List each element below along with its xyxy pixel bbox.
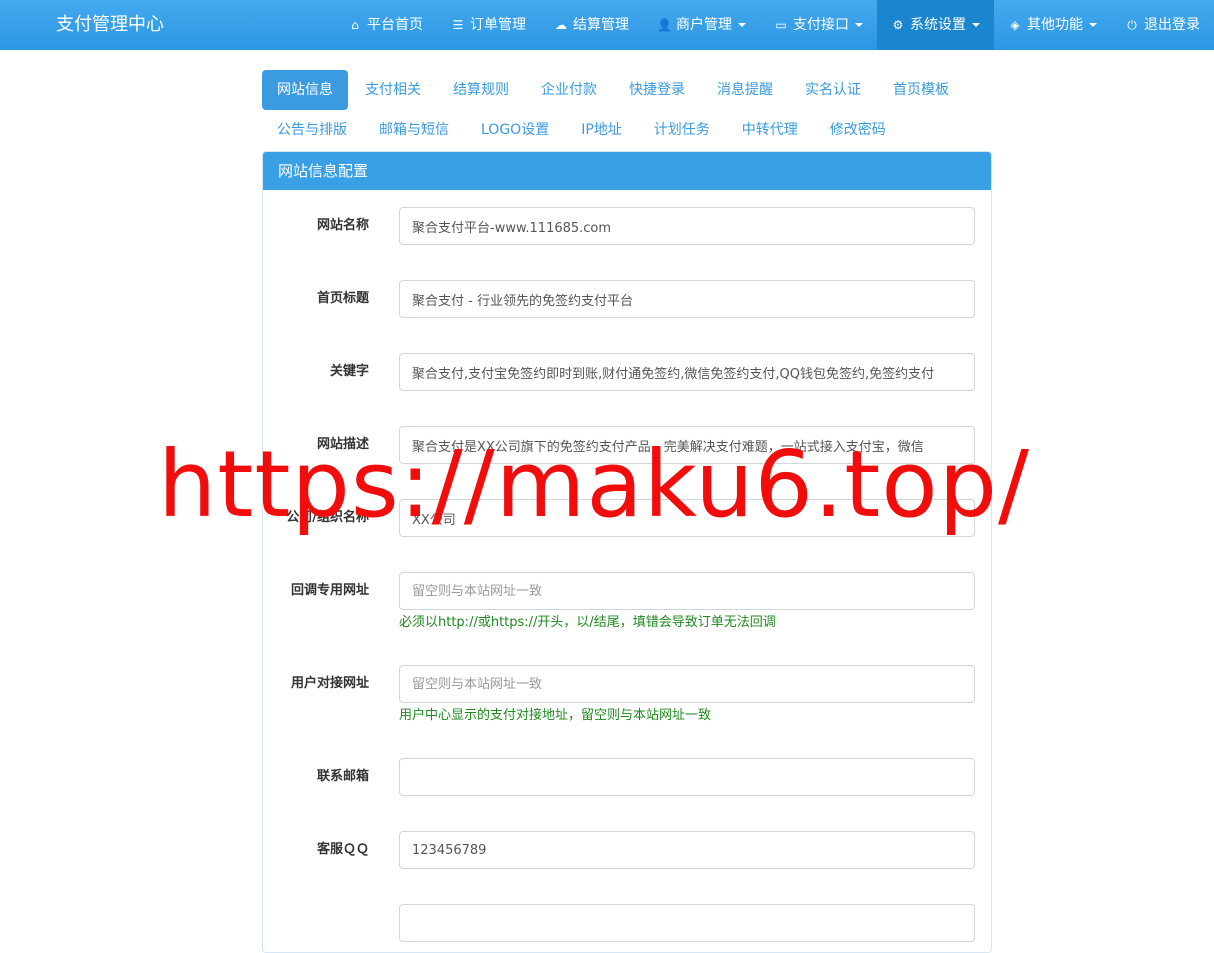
nav-item-cloud[interactable]: ☁ 结算管理 [540, 0, 643, 50]
tab-11[interactable]: IP地址 [566, 110, 637, 150]
cloud-icon: ☁ [555, 18, 567, 32]
tab-12[interactable]: 计划任务 [639, 110, 725, 150]
user-url-label: 用户对接网址 [290, 676, 369, 691]
nav-item-label: 其他功能 [1027, 17, 1083, 33]
home-title-input[interactable] [399, 280, 975, 318]
home-title-label: 首页标题 [316, 291, 369, 306]
description-label: 网站描述 [316, 437, 369, 452]
keywords-label: 关键字 [329, 364, 369, 379]
tab-0[interactable]: 网站信息 [262, 70, 348, 110]
tab-14[interactable]: 修改密码 [815, 110, 901, 150]
tab-3[interactable]: 企业付款 [526, 70, 612, 110]
user-url-input[interactable] [399, 665, 975, 703]
email-input[interactable] [399, 758, 975, 796]
keywords-input[interactable] [399, 353, 975, 391]
cube-icon: ◈ [1010, 18, 1020, 32]
caret-down-icon [855, 23, 863, 27]
list-icon: ☰ [452, 18, 464, 32]
gear-icon: ⚙ [892, 18, 904, 32]
nav-item-power[interactable]: ⏻ 退出登录 [1111, 0, 1214, 50]
tab-1[interactable]: 支付相关 [350, 70, 436, 110]
main-nav: ⌂ 平台首页 ☰ 订单管理 ☁ 结算管理 👤 商户管理 ▭ 支付接口 ⚙ 系统设置 ◈ 其他功能 ⏻ 退出登录 [334, 0, 1214, 50]
site-info-panel: 网站信息配置 网站名称 首页标题 关键字 网站描述 公司/组织名称 回调专用网址… [262, 151, 992, 953]
next-field-input[interactable] [399, 904, 975, 942]
caret-down-icon [1089, 23, 1097, 27]
callback-url-help: 必须以http://或https://开头，以/结尾，填错会导致订单无法回调 [399, 615, 776, 630]
tab-10[interactable]: LOGO设置 [466, 110, 564, 150]
nav-item-label: 结算管理 [573, 17, 629, 33]
nav-item-home[interactable]: ⌂ 平台首页 [334, 0, 437, 50]
nav-item-list[interactable]: ☰ 订单管理 [437, 0, 540, 50]
nav-item-label: 平台首页 [367, 17, 423, 33]
nav-item-card[interactable]: ▭ 支付接口 [760, 0, 877, 50]
nav-item-label: 订单管理 [470, 17, 526, 33]
email-label: 联系邮箱 [316, 769, 369, 784]
home-icon: ⌂ [351, 18, 359, 32]
company-input[interactable] [399, 499, 975, 537]
qq-input[interactable] [399, 831, 975, 869]
nav-item-label: 商户管理 [676, 17, 732, 33]
nav-item-label: 系统设置 [910, 17, 966, 33]
tab-2[interactable]: 结算规则 [438, 70, 524, 110]
tab-13[interactable]: 中转代理 [727, 110, 813, 150]
nav-item-user[interactable]: 👤 商户管理 [643, 0, 760, 50]
user-icon: 👤 [657, 18, 672, 32]
settings-tabs: 网站信息 支付相关 结算规则 企业付款 快捷登录 消息提醒 实名认证 首页模板公告与排版 邮箱与… [262, 70, 992, 150]
caret-down-icon [972, 23, 980, 27]
top-navbar: 支付管理中心 ⌂ 平台首页 ☰ 订单管理 ☁ 结算管理 👤 商户管理 ▭ 支付接口 ⚙ 系统设置 ◈ 其他… [0, 0, 1214, 50]
tab-4[interactable]: 快捷登录 [614, 70, 700, 110]
card-icon: ▭ [775, 18, 787, 32]
tab-7[interactable]: 首页模板 [878, 70, 964, 110]
panel-title: 网站信息配置 [263, 152, 991, 190]
user-url-help: 用户中心显示的支付对接地址，留空则与本站网址一致 [399, 708, 712, 723]
site-name-input[interactable] [399, 207, 975, 245]
nav-item-label: 支付接口 [793, 17, 849, 33]
tab-8[interactable]: 公告与排版 [262, 110, 362, 150]
nav-item-cube[interactable]: ◈ 其他功能 [994, 0, 1111, 50]
nav-item-gear[interactable]: ⚙ 系统设置 [877, 0, 994, 50]
power-icon: ⏻ [1127, 18, 1137, 32]
nav-item-label: 退出登录 [1144, 17, 1200, 33]
callback-url-label: 回调专用网址 [290, 583, 369, 598]
description-input[interactable] [399, 426, 975, 464]
callback-url-input[interactable] [399, 572, 975, 610]
tab-5[interactable]: 消息提醒 [702, 70, 788, 110]
qq-label: 客服ＱＱ [316, 842, 369, 857]
caret-down-icon [738, 23, 746, 27]
site-name-label: 网站名称 [316, 218, 369, 233]
brand-title[interactable]: 支付管理中心 [56, 0, 164, 50]
company-label: 公司/组织名称 [286, 510, 369, 525]
tab-9[interactable]: 邮箱与短信 [364, 110, 464, 150]
tab-6[interactable]: 实名认证 [790, 70, 876, 110]
